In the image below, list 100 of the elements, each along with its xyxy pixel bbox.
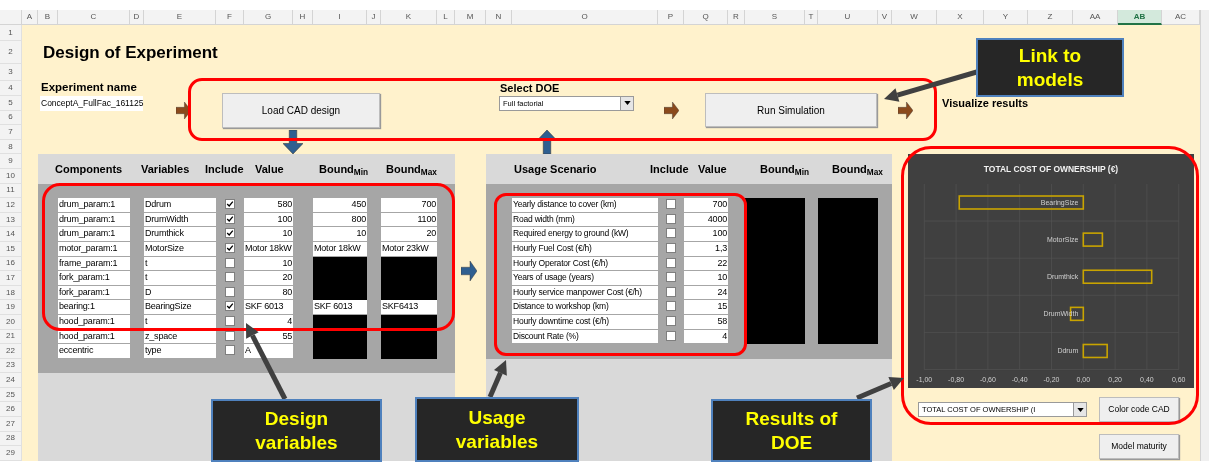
checkbox[interactable] <box>225 213 235 224</box>
checkbox[interactable] <box>225 257 235 268</box>
column-heading: Bound$_{Min}$ <box>319 161 370 178</box>
column-header[interactable]: U <box>818 10 878 25</box>
row-number[interactable]: 3 <box>0 64 22 81</box>
pointer-arrow <box>487 360 507 398</box>
table-cell: 10 <box>244 227 293 241</box>
pointer-arrow <box>856 377 904 401</box>
experiment-name-field[interactable]: ConceptA_FullFac_161125 <box>40 96 143 111</box>
table-cell: 10 <box>684 271 728 285</box>
table-cell: 100 <box>684 227 728 241</box>
row-number[interactable]: 5 <box>0 96 22 111</box>
column-header[interactable]: Y <box>984 10 1028 25</box>
right-arrow-icon <box>898 102 913 120</box>
column-header[interactable]: C <box>58 10 130 25</box>
row-number[interactable]: 17 <box>0 271 22 286</box>
column-header[interactable]: AB <box>1118 10 1162 25</box>
column-header[interactable]: N <box>486 10 512 25</box>
column-header[interactable]: G <box>244 10 293 25</box>
column-header[interactable]: D <box>130 10 144 25</box>
checkbox[interactable] <box>225 272 235 283</box>
checkbox[interactable] <box>225 301 235 312</box>
bar <box>1082 269 1153 285</box>
column-header[interactable]: T <box>805 10 818 25</box>
column-heading: Usage Scenario <box>514 161 598 177</box>
row-number[interactable]: 9 <box>0 154 22 169</box>
column-header[interactable]: E <box>144 10 216 25</box>
callout: Link to models <box>976 38 1124 97</box>
checkbox[interactable] <box>666 199 676 210</box>
dropdown-caret-icon <box>1076 407 1084 412</box>
table-cell: type <box>144 344 216 358</box>
checkbox[interactable] <box>666 242 676 253</box>
row-number[interactable]: 7 <box>0 125 22 140</box>
checkbox[interactable] <box>225 199 235 210</box>
column-header[interactable]: F <box>216 10 244 25</box>
column-header[interactable]: Z <box>1028 10 1073 25</box>
row-number[interactable]: 2 <box>0 41 22 64</box>
column-header[interactable]: AA <box>1073 10 1118 25</box>
table-cell: fork_param:1 <box>58 271 130 285</box>
table-cell: Drumthick <box>144 227 216 241</box>
row-number[interactable]: 12 <box>0 198 22 213</box>
checkbox[interactable] <box>666 257 676 268</box>
callout: Design variables <box>211 399 382 462</box>
column-header[interactable]: A <box>22 10 38 25</box>
column-header[interactable]: I <box>313 10 367 25</box>
table-cell: 20 <box>381 227 437 241</box>
column-header[interactable]: AC <box>1162 10 1200 25</box>
page-title: Design of Experiment <box>42 41 219 64</box>
checkbox[interactable] <box>225 315 235 326</box>
right-arrow-icon <box>461 261 477 282</box>
checkbox[interactable] <box>666 213 676 224</box>
select-doe-label: Select DOE <box>499 80 561 96</box>
table-cell: Years of usage (years) <box>512 271 658 285</box>
column-header[interactable]: H <box>293 10 313 25</box>
row-number[interactable]: 26 <box>0 402 22 418</box>
row-number[interactable]: 19 <box>0 300 22 315</box>
checkbox[interactable] <box>666 315 676 326</box>
column-header[interactable]: J <box>367 10 381 25</box>
column-header[interactable]: M <box>455 10 486 25</box>
column-heading: Variables <box>141 161 191 177</box>
column-header[interactable]: R <box>728 10 745 25</box>
row-number[interactable]: 29 <box>0 446 22 461</box>
checkbox[interactable] <box>666 228 676 239</box>
scrollbar[interactable] <box>1200 10 1209 461</box>
column-header[interactable]: Q <box>684 10 728 25</box>
row-number[interactable]: 4 <box>0 81 22 96</box>
table-cell: Yearly distance to cover (km) <box>512 198 658 212</box>
column-header[interactable]: W <box>892 10 937 25</box>
row-number[interactable]: 14 <box>0 227 22 242</box>
column-header[interactable]: B <box>38 10 58 25</box>
down-arrow-icon <box>283 130 303 155</box>
column-header[interactable]: O <box>512 10 658 25</box>
table-cell: eccentric <box>58 344 130 358</box>
column-header[interactable]: S <box>745 10 805 25</box>
checkbox[interactable] <box>666 330 676 341</box>
checkbox[interactable] <box>225 242 235 253</box>
checkbox[interactable] <box>666 301 676 312</box>
checkbox[interactable] <box>225 286 235 297</box>
checkbox[interactable] <box>225 330 235 341</box>
checkbox[interactable] <box>666 272 676 283</box>
chart-action-button[interactable]: Color code CAD <box>1099 397 1179 423</box>
column-header[interactable]: V <box>878 10 892 25</box>
row-number[interactable]: 27 <box>0 417 22 432</box>
column-header[interactable]: K <box>381 10 437 25</box>
checkbox[interactable] <box>666 286 676 297</box>
load-cad-button[interactable]: Load CAD design <box>222 92 380 128</box>
row-number[interactable]: 24 <box>0 373 22 388</box>
column-header[interactable]: X <box>937 10 984 25</box>
right-arrow-icon <box>664 102 679 120</box>
table-cell: Required energy to ground (kW) <box>512 227 658 241</box>
checkbox[interactable] <box>225 345 235 356</box>
run-simulation-button[interactable]: Run Simulation <box>705 93 877 128</box>
chart-title: TOTAL COST OF OWNERSHIP (€) <box>983 164 1119 175</box>
row-number[interactable]: 22 <box>0 344 22 359</box>
checkbox[interactable] <box>225 228 235 239</box>
bar <box>1082 232 1104 248</box>
chart-action-button[interactable]: Model maturity <box>1099 433 1179 459</box>
column-header[interactable]: L <box>437 10 455 25</box>
column-header[interactable]: P <box>658 10 684 25</box>
row-number[interactable]: 1 <box>0 25 22 41</box>
